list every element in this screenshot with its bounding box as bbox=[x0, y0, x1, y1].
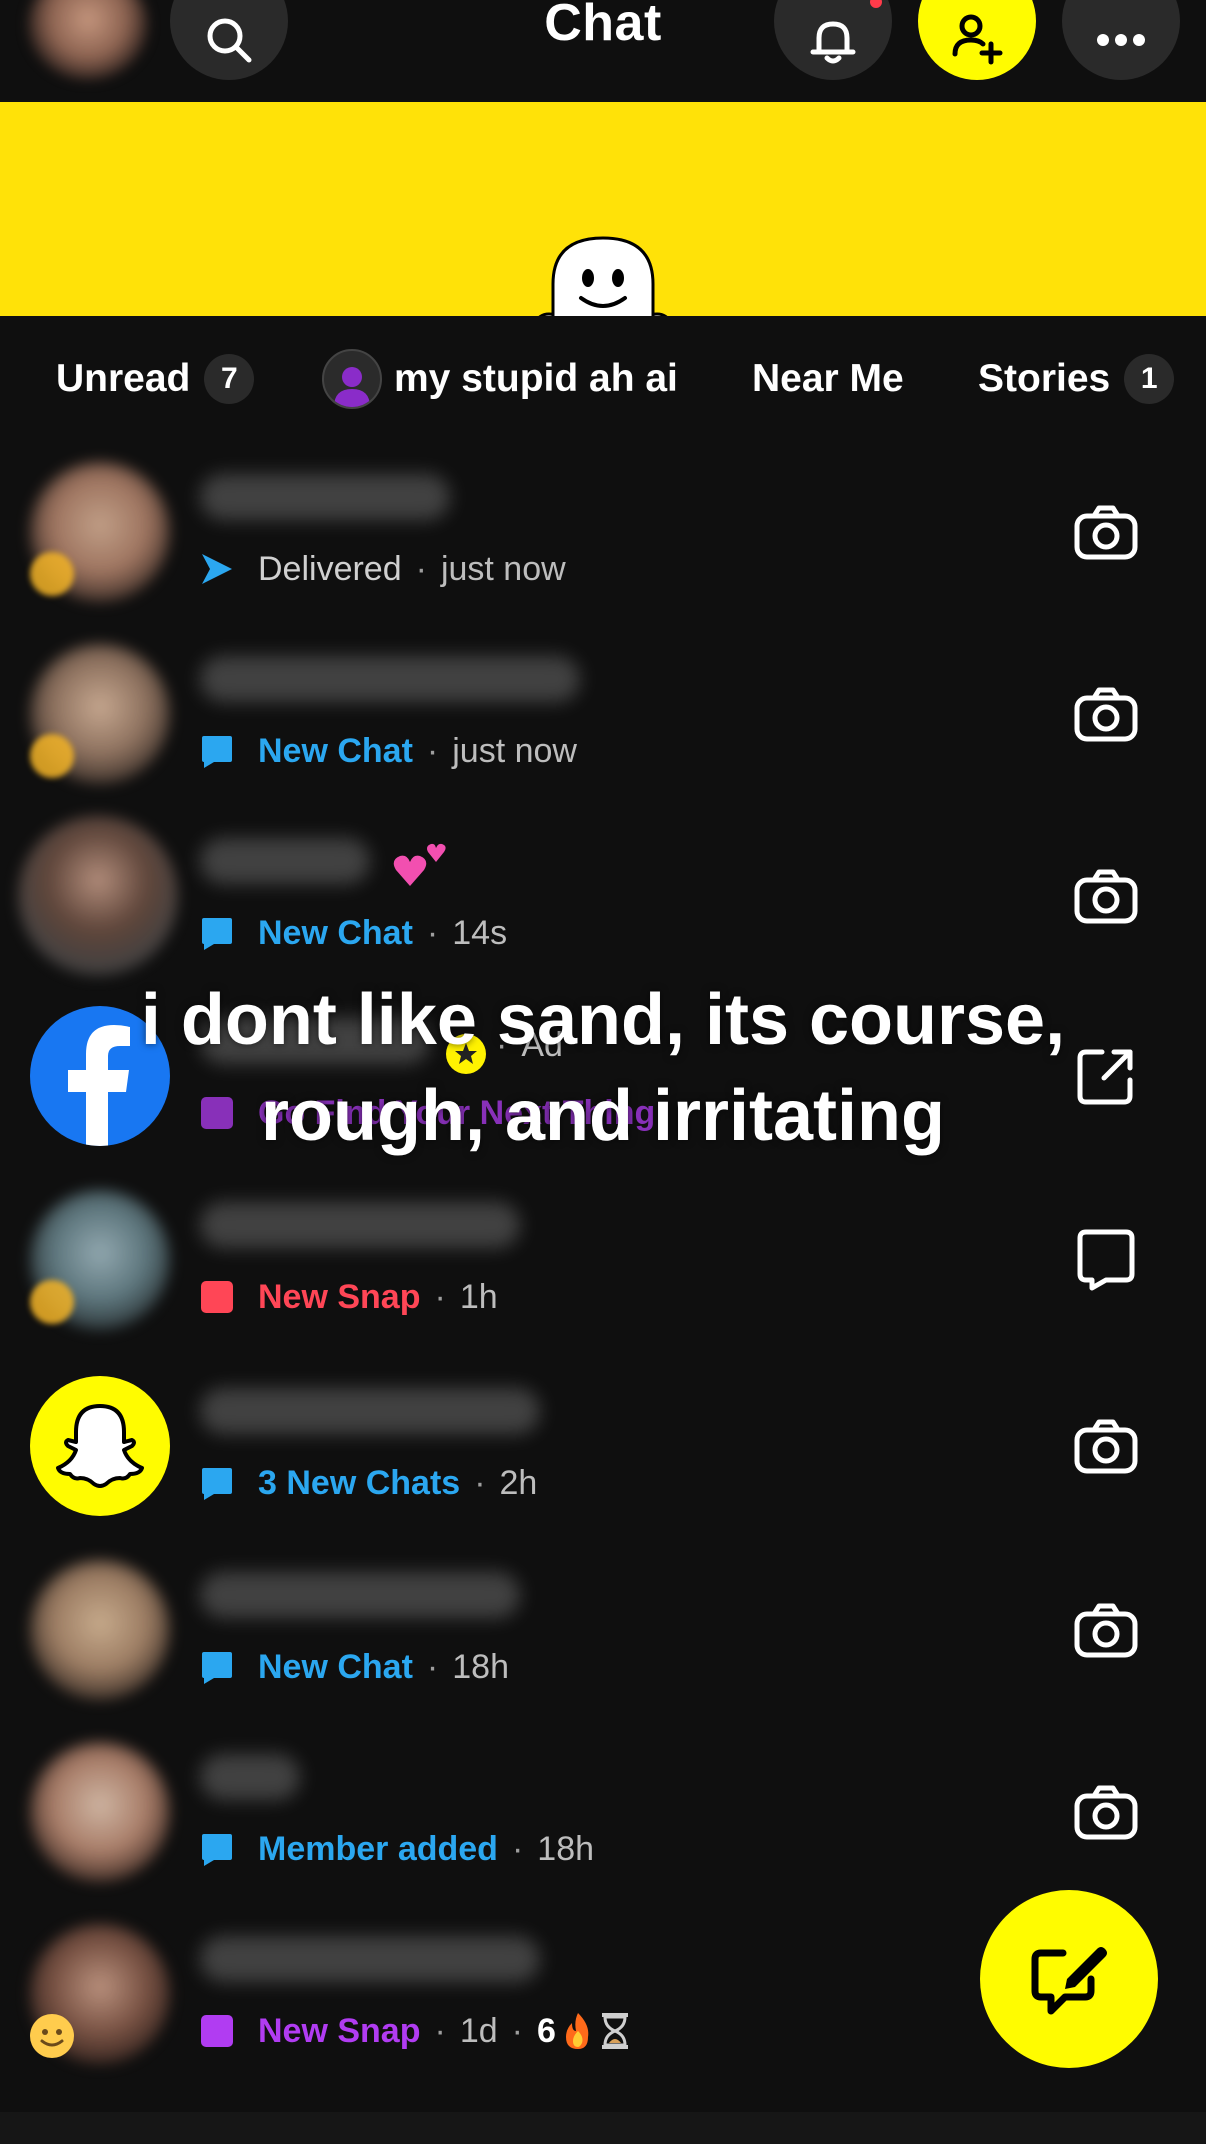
camera-button[interactable] bbox=[1066, 1772, 1146, 1852]
bell-icon bbox=[810, 21, 856, 64]
chat-bubble-icon bbox=[202, 736, 232, 768]
filter-stories[interactable]: Stories 1 bbox=[978, 346, 1175, 412]
camera-button[interactable] bbox=[1066, 856, 1146, 936]
chat-row[interactable]: New Chat · 18h bbox=[0, 1550, 1206, 1720]
snapchat-banner bbox=[0, 102, 1206, 316]
video-caption: i dont like sand, its course, rough, and… bbox=[0, 972, 1206, 1164]
team-snapchat-avatar bbox=[30, 1376, 170, 1516]
camera-button[interactable] bbox=[1066, 1590, 1146, 1670]
chat-bubble-icon bbox=[202, 1834, 232, 1866]
contact-name-blurred bbox=[200, 838, 370, 884]
top-bar: Chat bbox=[0, 0, 1206, 102]
contact-name-blurred bbox=[200, 1754, 300, 1800]
chat-status: New Chat · 18h bbox=[200, 1642, 509, 1692]
snap-square-icon bbox=[201, 1281, 233, 1313]
filter-label: Near Me bbox=[752, 357, 904, 400]
camera-icon bbox=[1074, 869, 1138, 924]
bottom-nav-edge bbox=[0, 2112, 1206, 2144]
chat-status: 3 New Chats · 2h bbox=[200, 1458, 537, 1508]
avatar bbox=[18, 816, 178, 976]
stories-count-badge: 1 bbox=[1124, 354, 1175, 404]
reply-button[interactable] bbox=[1066, 1220, 1146, 1300]
filter-bar: Unread 7 my stupid ah ai Near Me Stories… bbox=[0, 346, 1206, 412]
contact-name-blurred bbox=[200, 474, 450, 520]
chat-bubble-icon bbox=[202, 1652, 232, 1684]
camera-button[interactable] bbox=[1066, 492, 1146, 572]
chat-row[interactable]: 3 New Chats · 2h bbox=[0, 1366, 1206, 1536]
friend-emoji-icon bbox=[30, 734, 74, 778]
chat-bubble-icon bbox=[202, 1468, 232, 1500]
chat-outline-icon bbox=[1077, 1229, 1135, 1291]
camera-icon bbox=[1074, 505, 1138, 560]
camera-button[interactable] bbox=[1066, 1406, 1146, 1486]
unread-count-badge: 7 bbox=[204, 354, 255, 404]
friend-emoji-icon bbox=[30, 552, 74, 596]
chat-row[interactable]: Delivered · just now bbox=[0, 452, 1206, 622]
add-friend-icon bbox=[952, 14, 1003, 65]
avatar bbox=[30, 1560, 170, 1700]
contact-name-blurred bbox=[200, 1388, 540, 1434]
delivered-arrow-icon bbox=[202, 554, 232, 584]
snapchat-ghost-icon bbox=[56, 1404, 144, 1488]
camera-icon bbox=[1074, 1603, 1138, 1658]
streak-count: 6 bbox=[536, 2011, 556, 2050]
fire-icon bbox=[565, 2013, 589, 2049]
chat-status: New Snap · 1d · 6 bbox=[200, 2006, 630, 2056]
more-icon bbox=[1097, 34, 1145, 46]
avatar bbox=[30, 1742, 170, 1882]
contact-name-blurred bbox=[200, 1936, 540, 1982]
contact-name-blurred bbox=[200, 1572, 520, 1618]
chat-row[interactable]: Member added · 18h bbox=[0, 1732, 1206, 1902]
camera-icon bbox=[1074, 687, 1138, 742]
notifications-button[interactable] bbox=[774, 0, 892, 80]
filter-ai[interactable]: my stupid ah ai bbox=[322, 346, 678, 412]
filter-near-me[interactable]: Near Me bbox=[752, 346, 904, 412]
filter-label: my stupid ah ai bbox=[394, 357, 678, 400]
notification-dot bbox=[870, 0, 882, 8]
chat-row[interactable]: New Chat · 14s bbox=[0, 816, 1206, 986]
camera-icon bbox=[1074, 1419, 1138, 1474]
hearts-emoji-icon bbox=[393, 843, 446, 886]
hourglass-icon bbox=[601, 2013, 628, 2049]
caption-line-2: rough, and irritating bbox=[261, 1076, 945, 1156]
chat-status: New Chat · 14s bbox=[200, 908, 507, 958]
chat-bubble-icon bbox=[202, 918, 232, 950]
add-friend-button[interactable] bbox=[918, 0, 1036, 80]
person-icon bbox=[334, 367, 370, 407]
chat-row[interactable]: New Chat · just now bbox=[0, 634, 1206, 804]
ghost-mascot-icon bbox=[538, 236, 668, 316]
filter-unread[interactable]: Unread 7 bbox=[56, 346, 255, 412]
new-chat-button[interactable] bbox=[980, 1890, 1158, 2068]
chat-status: New Chat · just now bbox=[200, 726, 577, 776]
contact-name-blurred bbox=[200, 1202, 520, 1248]
friend-emoji-icon bbox=[30, 1280, 74, 1324]
ai-avatar bbox=[322, 349, 382, 409]
chat-status: Delivered · just now bbox=[200, 544, 566, 594]
more-button[interactable] bbox=[1062, 0, 1180, 80]
chat-status: Member added · 18h bbox=[200, 1824, 594, 1874]
camera-icon bbox=[1074, 1785, 1138, 1840]
snap-square-icon bbox=[201, 2015, 233, 2047]
camera-button[interactable] bbox=[1066, 674, 1146, 754]
chat-status: New Snap · 1h bbox=[200, 1272, 498, 1322]
filter-label: Stories bbox=[978, 357, 1111, 400]
contact-name-blurred bbox=[200, 656, 580, 702]
smile-emoji-icon bbox=[30, 2014, 74, 2058]
chat-row[interactable]: New Snap · 1h bbox=[0, 1180, 1206, 1350]
filter-label: Unread bbox=[56, 357, 191, 400]
compose-chat-icon bbox=[1031, 1947, 1107, 2015]
caption-line-1: i dont like sand, its course, bbox=[140, 980, 1066, 1060]
